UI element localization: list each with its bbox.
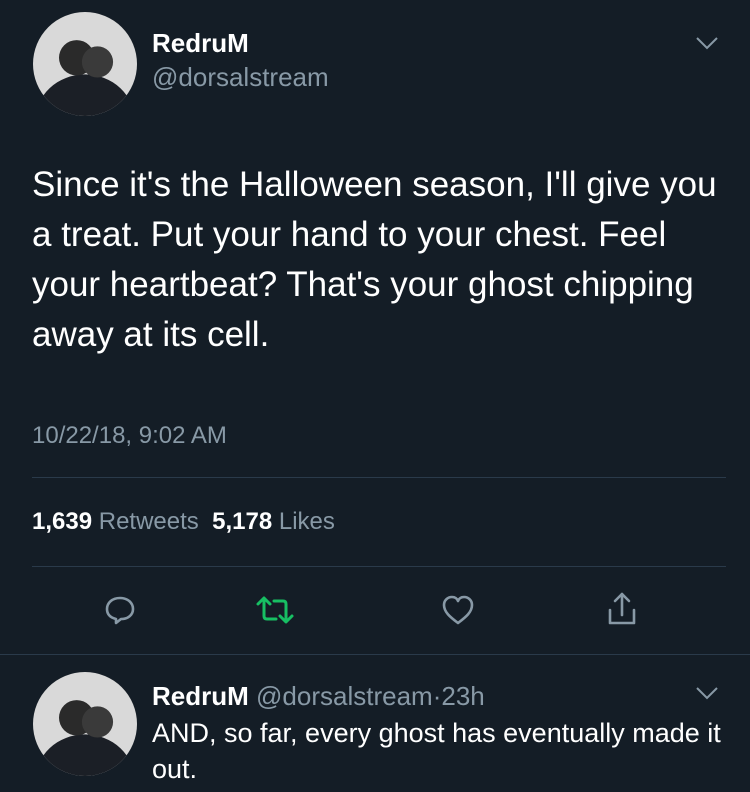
retweets-label: Retweets [98,508,199,535]
reply-author-handle[interactable]: @dorsalstream [256,681,433,711]
likes-label: Likes [278,508,335,535]
tweet-timestamp[interactable]: 10/22/18, 9:02 AM [32,422,227,450]
divider [32,477,726,478]
reply-age[interactable]: 23h [441,681,484,711]
retweets-stat[interactable]: 1,639 Retweets [32,508,199,535]
tweet-stats: 1,639 Retweets 5,178 Likes [32,508,335,536]
author-name[interactable]: RedruM [152,28,249,59]
likes-stat[interactable]: 5,178 Likes [212,508,335,535]
reply-header: RedruM @dorsalstream·23h [152,677,732,715]
reply-author-avatar[interactable] [33,672,137,776]
reply-button[interactable] [98,588,142,632]
retweets-count: 1,639 [32,508,93,535]
reply-author-name[interactable]: RedruM [152,681,249,711]
avatar-image [33,672,137,776]
like-button[interactable] [436,588,480,632]
divider [0,654,750,655]
retweet-button[interactable] [250,588,300,632]
author-avatar[interactable] [33,12,137,116]
tweet-text: Since it's the Halloween season, I'll gi… [32,165,717,354]
retweet-icon [256,596,294,624]
heart-icon [442,595,474,625]
share-icon [608,592,636,625]
author-handle[interactable]: @dorsalstream [152,62,329,93]
divider [32,566,726,567]
share-button[interactable] [600,586,644,632]
reply-text: AND, so far, every ghost has eventually … [152,718,721,784]
chevron-down-icon[interactable] [694,684,720,702]
chevron-down-icon[interactable] [694,34,720,52]
reply-icon [105,596,135,625]
avatar-image [33,12,137,116]
likes-count: 5,178 [212,508,273,535]
